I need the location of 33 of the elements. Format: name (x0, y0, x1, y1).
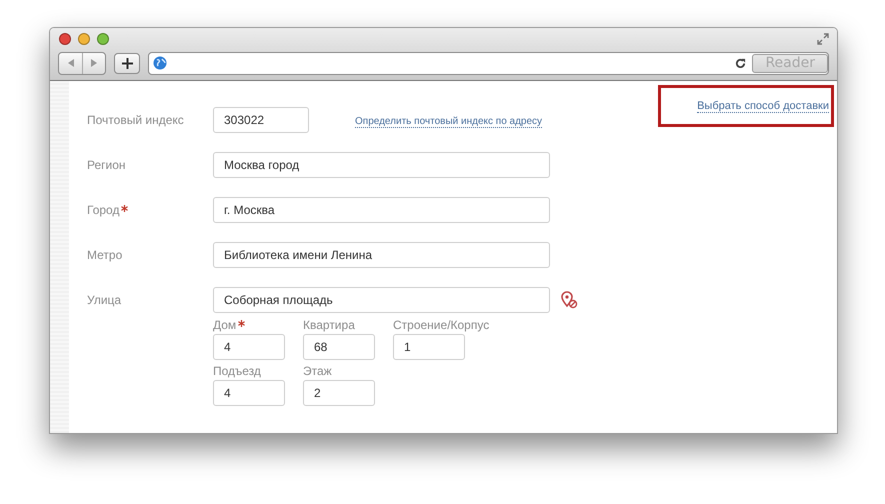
map-pin-icon[interactable] (560, 291, 578, 309)
plus-icon (122, 58, 132, 68)
right-triangle-icon (90, 58, 98, 68)
text-field[interactable]: Библиотека имени Ленина (213, 242, 550, 268)
globe-icon (153, 56, 167, 70)
field-label: Подъезд (213, 364, 262, 378)
postal-code-field[interactable]: 303022 (213, 107, 309, 133)
text-field[interactable]: 4 (213, 380, 285, 406)
field-label: Строение/Корпус (393, 318, 490, 332)
minimize-button[interactable] (78, 33, 90, 45)
text-field[interactable]: 68 (303, 334, 375, 360)
field-label: Дом (213, 318, 285, 332)
text-field[interactable]: 2 (303, 380, 375, 406)
field-label: Город (87, 197, 213, 217)
text-field[interactable]: г. Москва (213, 197, 550, 223)
text-field[interactable]: 1 (393, 334, 465, 360)
postal-code-lookup-link[interactable]: Определить почтовый индекс по адресу (355, 116, 542, 128)
field-label: Улица (87, 292, 122, 307)
field-label: Метро (87, 247, 124, 262)
field-label: Регион (87, 157, 127, 172)
zoom-button[interactable] (97, 33, 109, 45)
fullscreen-icon[interactable] (817, 33, 829, 45)
text-field[interactable]: 4 (213, 334, 285, 360)
reload-icon[interactable] (735, 58, 746, 68)
left-triangle-icon (66, 58, 74, 68)
field-label: Квартира (303, 318, 356, 332)
text-field[interactable]: Москва город (213, 152, 550, 178)
delivery-method-link[interactable]: Выбрать способ доставки (697, 100, 829, 112)
field-label: Почтовый индекс (87, 112, 185, 127)
field-label: Этаж (303, 364, 333, 378)
text-field[interactable]: Соборная площадь (213, 287, 550, 313)
new-tab-button[interactable] (114, 52, 140, 74)
close-button[interactable] (59, 33, 71, 45)
